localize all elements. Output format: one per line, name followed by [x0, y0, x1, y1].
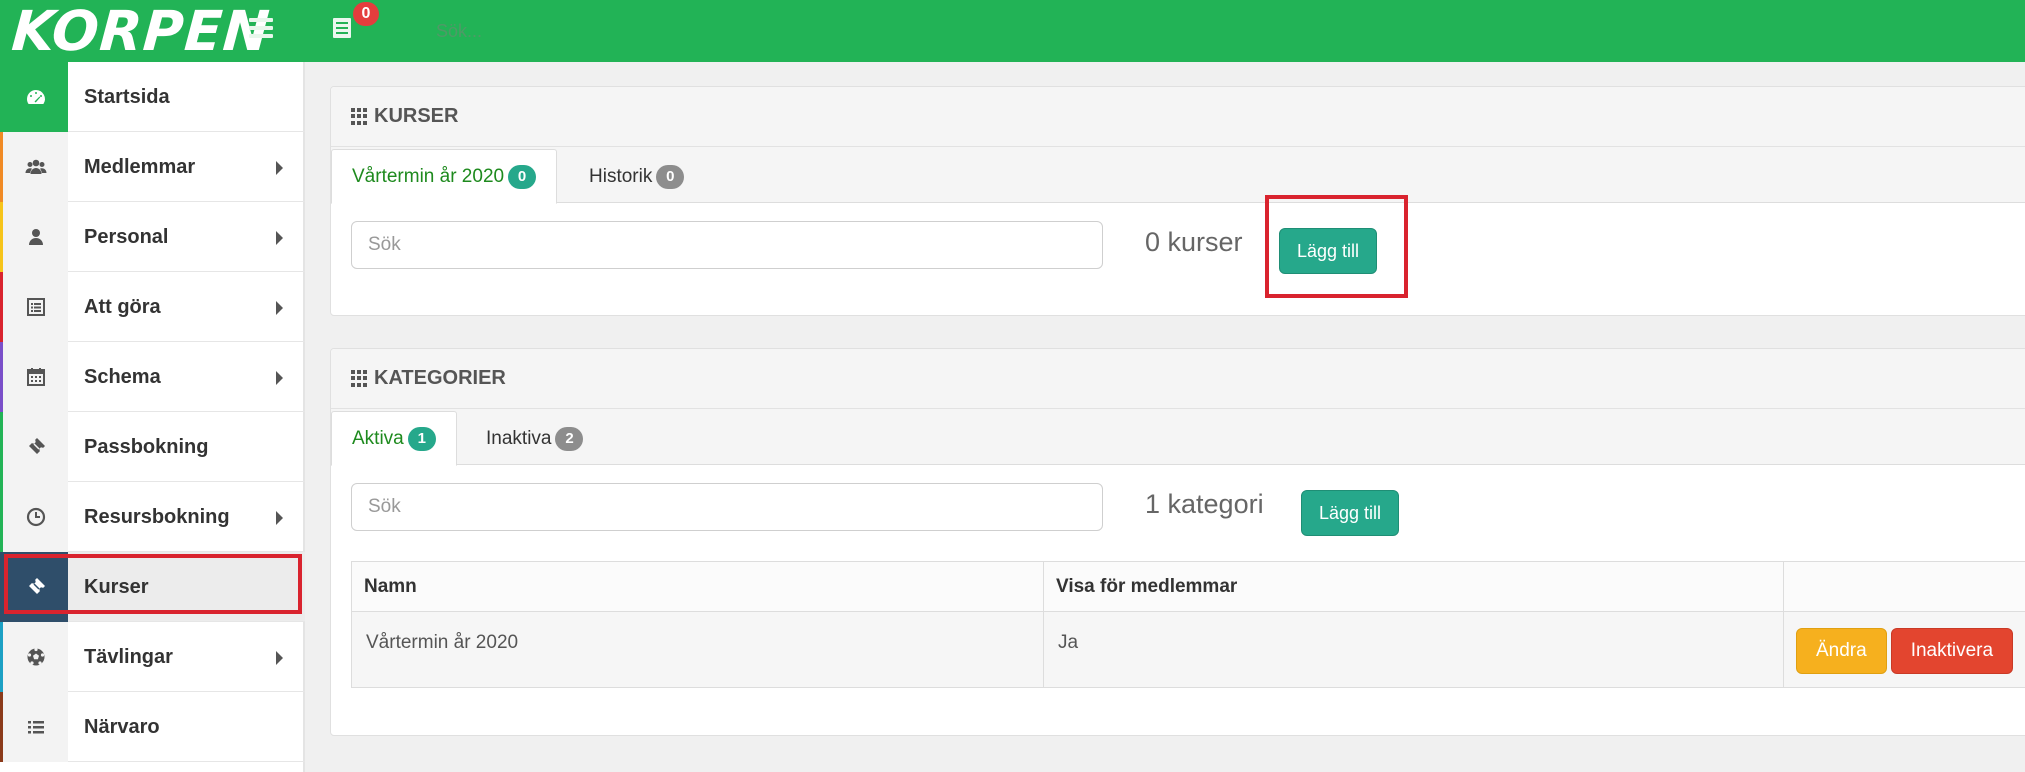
- users-icon: [0, 132, 68, 202]
- table-row: Vårtermin år 2020 Ja Ändra Inaktivera: [351, 611, 2025, 688]
- column-header-actions: [1783, 561, 2025, 612]
- sidebar-nav: Startsida Medlemmar Personal Att göra Sc…: [0, 62, 305, 772]
- sidebar-item-label: Tävlingar: [84, 646, 173, 668]
- sidebar-item-medlemmar[interactable]: Medlemmar: [0, 132, 305, 202]
- sidebar-item-att-gora[interactable]: Att göra: [0, 272, 305, 342]
- tab-count-badge: 2: [555, 426, 584, 451]
- courses-tabs: Vårtermin år 2020 0 Historik 0: [331, 147, 2025, 204]
- sidebar-item-label: Att göra: [84, 296, 161, 318]
- sidebar-item-tavlingar[interactable]: Tävlingar: [0, 622, 305, 692]
- sidebar-item-label: Startsida: [84, 86, 170, 108]
- sidebar-item-label: Kurser: [84, 576, 149, 598]
- categories-table: Namn Visa för medlemmar Vårtermin år 202…: [351, 561, 2025, 688]
- tab-label: Vårtermin år 2020: [352, 165, 505, 187]
- sidebar-item-label: Schema: [84, 366, 161, 388]
- global-search-input[interactable]: [436, 14, 736, 48]
- tab-count-badge: 0: [508, 164, 537, 189]
- courses-search-input[interactable]: [351, 221, 1103, 269]
- clock-icon: [0, 482, 68, 552]
- categories-panel-header: KATEGORIER: [331, 349, 2025, 409]
- chevron-right-icon: [276, 651, 283, 665]
- sidebar-item-narvaro[interactable]: Närvaro: [0, 692, 305, 762]
- tab-label: Inaktiva: [486, 427, 552, 449]
- grid-icon: [351, 107, 369, 126]
- add-category-button[interactable]: Lägg till: [1301, 490, 1400, 536]
- chevron-right-icon: [276, 371, 283, 385]
- categories-tabs: Aktiva 1 Inaktiva 2: [331, 409, 2025, 466]
- category-visible-cell: Ja: [1043, 611, 1784, 688]
- panel-title: KURSER: [374, 105, 459, 127]
- sidebar-item-label: Närvaro: [84, 716, 160, 738]
- table-header-row: Namn Visa för medlemmar: [351, 561, 2025, 612]
- chevron-right-icon: [276, 231, 283, 245]
- sidebar-item-label: Passbokning: [84, 436, 209, 458]
- list-icon: [0, 272, 68, 342]
- panel-title: KATEGORIER: [374, 367, 506, 389]
- menu-toggle-icon[interactable]: [249, 18, 273, 40]
- ticket-icon: [0, 412, 68, 482]
- sidebar-item-kurser[interactable]: Kurser: [0, 552, 305, 622]
- sidebar-item-resursbokning[interactable]: Resursbokning: [0, 482, 305, 552]
- dashboard-icon: [0, 62, 68, 132]
- brand-logo[interactable]: KORPEN: [10, 0, 273, 63]
- todo-count-badge: 0: [353, 2, 379, 26]
- tab-aktiva[interactable]: Aktiva 1: [331, 411, 457, 466]
- tab-historik[interactable]: Historik 0: [569, 149, 704, 204]
- sidebar-item-label: Medlemmar: [84, 156, 196, 178]
- tab-inaktiva[interactable]: Inaktiva 2: [466, 411, 603, 466]
- top-bar: KORPEN 0: [0, 0, 2025, 63]
- categories-panel: KATEGORIER Aktiva 1 Inaktiva 2 1 kategor…: [330, 348, 2025, 736]
- category-name-cell: Vårtermin år 2020: [351, 611, 1044, 688]
- sidebar-item-label: Personal: [84, 226, 169, 248]
- ticket-icon: [0, 552, 68, 622]
- sidebar-item-label: Resursbokning: [84, 506, 230, 528]
- tab-label: Aktiva: [352, 427, 404, 449]
- category-actions-cell: Ändra Inaktivera: [1783, 611, 2025, 688]
- tab-vartermin-2020[interactable]: Vårtermin år 2020 0: [331, 149, 558, 204]
- chevron-right-icon: [276, 161, 283, 175]
- sidebar-item-startsida[interactable]: Startsida: [0, 62, 305, 132]
- deactivate-category-button[interactable]: Inaktivera: [1890, 628, 2014, 674]
- courses-panel: KURSER Vårtermin år 2020 0 Historik 0 0 …: [330, 86, 2025, 316]
- grid-icon: [351, 369, 369, 388]
- tab-count-badge: 1: [407, 426, 436, 451]
- categories-count: 1 kategori: [1145, 489, 1264, 519]
- sidebar-item-passbokning[interactable]: Passbokning: [0, 412, 305, 482]
- calendar-icon: [0, 342, 68, 412]
- tab-count-badge: 0: [656, 164, 685, 189]
- add-course-button[interactable]: Lägg till: [1279, 228, 1378, 274]
- chevron-right-icon: [276, 511, 283, 525]
- edit-category-button[interactable]: Ändra: [1796, 628, 1887, 674]
- column-header-namn: Namn: [351, 561, 1044, 612]
- list-lines-icon: [0, 692, 68, 762]
- categories-search-input[interactable]: [351, 483, 1103, 531]
- column-header-visa-for-medlemmar: Visa för medlemmar: [1043, 561, 1784, 612]
- sidebar-item-personal[interactable]: Personal: [0, 202, 305, 272]
- chevron-right-icon: [276, 301, 283, 315]
- soccer-ball-icon: [0, 622, 68, 692]
- courses-count: 0 kurser: [1145, 227, 1243, 257]
- courses-panel-header: KURSER: [331, 87, 2025, 147]
- sidebar-item-schema[interactable]: Schema: [0, 342, 305, 412]
- tab-label: Historik: [589, 165, 653, 187]
- user-icon: [0, 202, 68, 272]
